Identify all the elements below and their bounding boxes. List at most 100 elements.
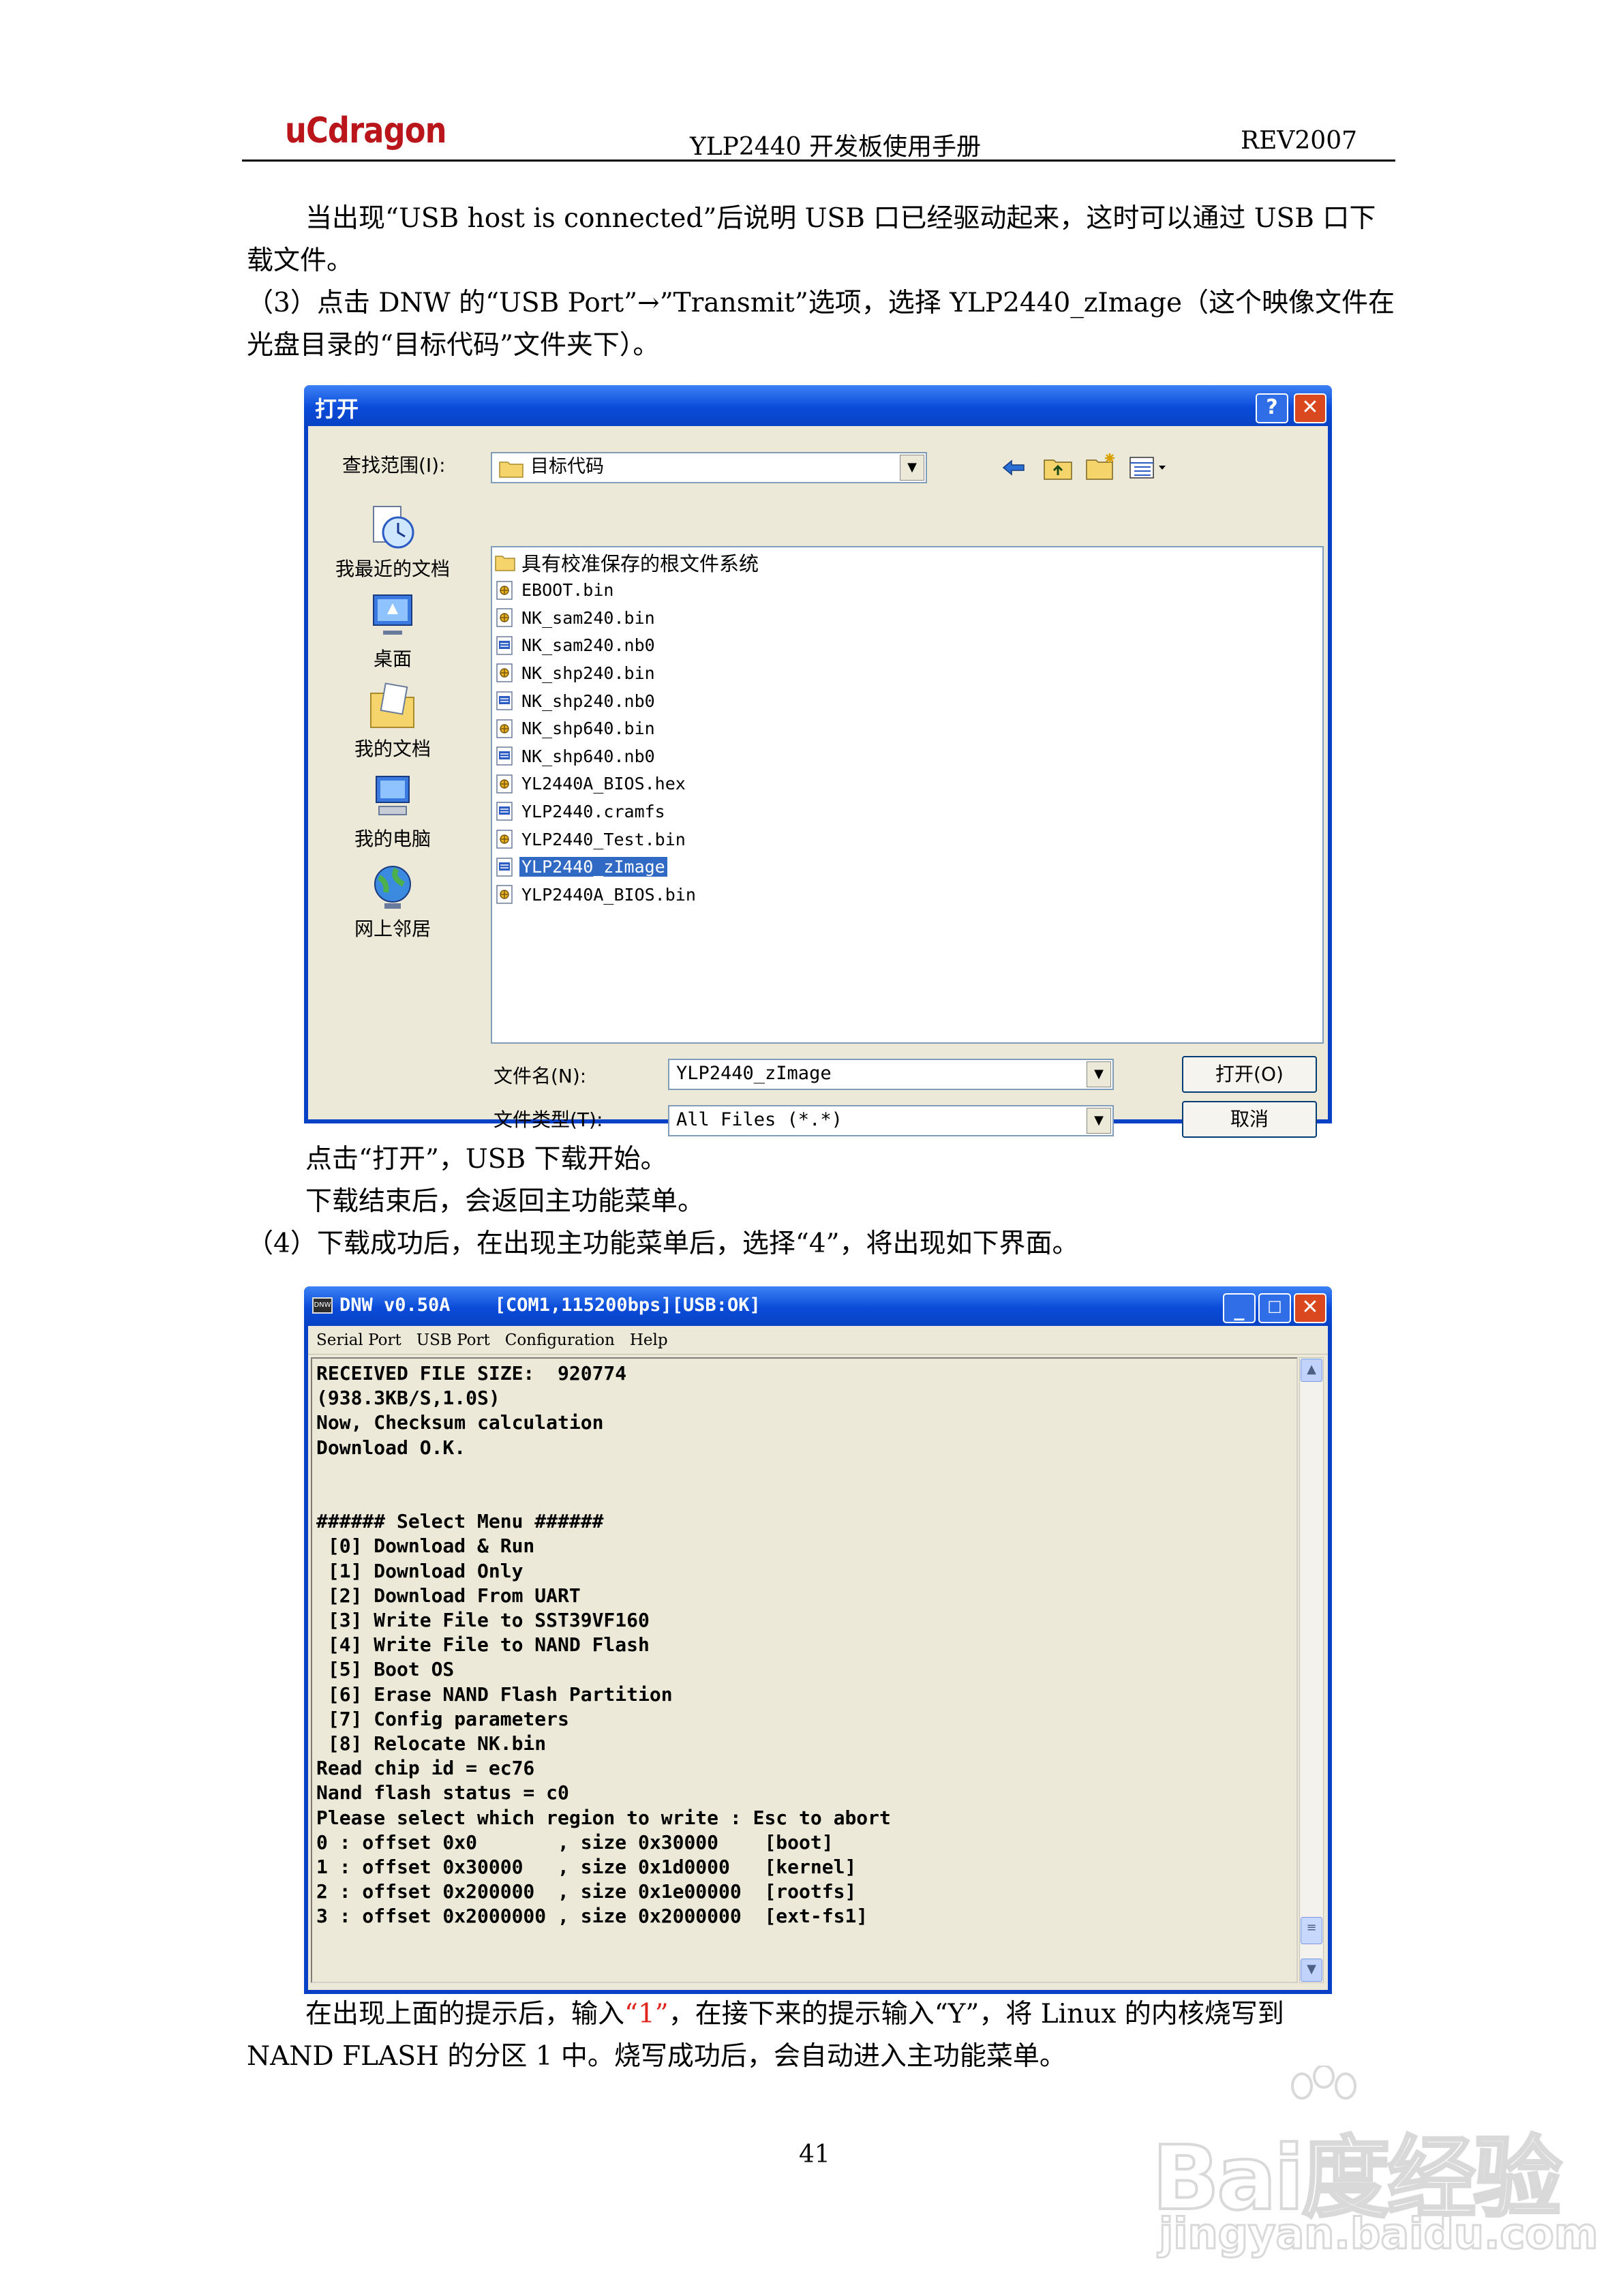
nb0-file-icon (496, 802, 513, 821)
view-menu-icon[interactable] (1129, 455, 1170, 481)
file-list[interactable]: 具有校准保存的根文件系统 EBOOT.bin NK_sam240.bin NK_sam… (491, 546, 1324, 1044)
highlight-text: “1” (624, 1999, 669, 2029)
filetype-label: 文件类型(T): (494, 1108, 603, 1131)
dialog-title: 打开 (315, 396, 359, 422)
paragraph-line: 下载结束后，会返回主功能菜单。 (305, 1186, 705, 1217)
file-list-item[interactable]: YLP2440.cramfs (495, 798, 667, 825)
minimize-button[interactable]: _ (1223, 1293, 1256, 1323)
terminal-line: Nand flash status = c0 (316, 1781, 569, 1804)
file-name: NK_shp240.bin (521, 663, 655, 683)
scroll-thumb[interactable]: ≡ (1301, 1917, 1322, 1944)
paragraph-line: 在出现上面的提示后，输入“1”，在接下来的提示输入“Y”，将 Linux 的内核… (305, 1993, 1284, 2036)
nb0-file-icon (496, 746, 513, 766)
file-name: YL2440A_BIOS.hex (521, 774, 686, 794)
terminal-line: RECEIVED FILE SIZE: 920774 (316, 1362, 627, 1385)
menu-usb-port[interactable]: USB Port (416, 1331, 490, 1349)
chevron-down-icon[interactable]: ▼ (1087, 1108, 1111, 1134)
terminal-line: ###### Select Menu ###### (316, 1510, 604, 1533)
header-title: YLP2440 开发板使用手册 (690, 133, 981, 161)
menu-configuration[interactable]: Configuration (505, 1331, 615, 1349)
terminal-output[interactable]: RECEIVED FILE SIZE: 920774 (938.3KB/S,1.0… (311, 1357, 1298, 1983)
filename-label: 文件名(N): (494, 1065, 587, 1087)
file-list-item[interactable]: YL2440A_BIOS.hex (495, 770, 688, 798)
paragraph-line: 光盘目录的“目标代码”文件夹下）。 (247, 330, 660, 361)
maximize-button[interactable]: ☐ (1258, 1293, 1291, 1323)
help-button[interactable]: ? (1256, 393, 1288, 423)
vertical-scrollbar[interactable]: ▲ ≡ ▼ (1299, 1357, 1324, 1983)
terminal-line: 3 : offset 0x2000000 , size 0x2000000 [e… (316, 1905, 868, 1928)
paragraph-line: 点击“打开”，USB 下载开始。 (305, 1144, 667, 1175)
file-list-item[interactable]: YLP2440_Test.bin (495, 826, 688, 853)
baidu-watermark: Bai度经验 jingyan.baidu.com (1151, 2066, 1599, 2270)
terminal-line: [1] Download Only (316, 1559, 524, 1582)
menu-serial-port[interactable]: Serial Port (316, 1331, 401, 1349)
filetype-select[interactable]: All Files (*.*) ▼ (668, 1105, 1114, 1136)
open-file-dialog: 打开 ? ✕ 查找范围(I): 目标代码 ▼ 我最近的文档 桌面 我的文档 我的… (304, 385, 1332, 1138)
chevron-down-icon[interactable]: ▼ (1087, 1061, 1111, 1087)
terminal-line: [5] Boot OS (316, 1658, 455, 1681)
file-list-item[interactable]: YLP2440A_BIOS.bin (495, 881, 698, 908)
terminal-line: Read chip id = ec76 (316, 1757, 535, 1780)
file-list-item[interactable]: NK_shp240.nb0 (495, 687, 657, 714)
look-in-label: 查找范围(I): (342, 454, 446, 477)
dnw-window: DNW DNW v0.50A [COM1,115200bps][USB:OK] … (304, 1286, 1332, 1994)
places-my-documents[interactable]: 我的文档 (311, 681, 474, 761)
dialog-titlebar[interactable]: 打开 ? ✕ (304, 385, 1332, 426)
dnw-titlebar[interactable]: DNW DNW v0.50A [COM1,115200bps][USB:OK] … (304, 1286, 1332, 1326)
header-revision: REV2007 (1241, 127, 1357, 155)
cancel-button[interactable]: 取消 (1182, 1101, 1317, 1138)
file-list-item[interactable]: EBOOT.bin (495, 577, 616, 604)
paragraph-line: （3）点击 DNW 的“USB Port”→”Transmit”选项，选择 YL… (247, 288, 1395, 318)
file-name: 具有校准保存的根文件系统 (521, 552, 759, 575)
terminal-line: (938.3KB/S,1.0S) (316, 1387, 500, 1410)
paragraph-line: 当出现“USB host is connected”后说明 USB 口已经驱动起… (305, 203, 1376, 234)
network-places-icon (374, 866, 411, 909)
places-my-computer[interactable]: 我的电脑 (311, 771, 474, 851)
file-list-item[interactable]: YLP2440_zImage (495, 854, 668, 881)
scroll-up-icon[interactable]: ▲ (1301, 1359, 1322, 1382)
scroll-down-icon[interactable]: ▼ (1301, 1959, 1322, 1982)
dialog-body: 查找范围(I): 目标代码 ▼ 我最近的文档 桌面 我的文档 我的电脑 网上邻居… (308, 426, 1328, 1138)
up-folder-icon[interactable] (1043, 455, 1073, 481)
chevron-down-icon[interactable]: ▼ (900, 455, 924, 481)
back-arrow-icon[interactable] (1001, 456, 1027, 479)
places-label: 我的电脑 (354, 828, 431, 850)
file-name: NK_sam240.bin (521, 607, 655, 628)
file-name: YLP2440A_BIOS.bin (521, 884, 696, 905)
menu-bar: Serial Port USB Port Configuration Help (308, 1326, 1328, 1355)
menu-help[interactable]: Help (630, 1331, 668, 1349)
places-recent-documents[interactable]: 我最近的文档 (311, 501, 474, 581)
bin-file-icon (496, 580, 513, 600)
places-desktop[interactable]: 桌面 (311, 591, 474, 671)
filename-input[interactable]: YLP2440_zImage ▼ (668, 1059, 1114, 1090)
terminal-line: 2 : offset 0x200000 , size 0x1e00000 [ro… (316, 1880, 857, 1903)
terminal-line: [0] Download & Run (316, 1535, 535, 1558)
desktop-icon (373, 594, 412, 635)
paragraph-text: ，在接下来的提示输入“Y”，将 Linux 的内核烧写到 (668, 1999, 1284, 2029)
nb0-file-icon (496, 636, 513, 655)
file-list-item[interactable]: NK_shp640.bin (495, 715, 657, 742)
brand-logo: uCdragon (285, 110, 446, 151)
terminal-line: [4] Write File to NAND Flash (316, 1633, 650, 1657)
close-button[interactable]: ✕ (1294, 393, 1326, 423)
file-list-item[interactable]: NK_sam240.nb0 (495, 632, 657, 659)
file-name: YLP2440_zImage (519, 856, 668, 878)
dnw-close-button[interactable]: ✕ (1294, 1293, 1326, 1323)
new-folder-icon[interactable] (1085, 452, 1117, 481)
paragraph-line: （4）下载成功后，在出现主功能菜单后，选择“4”，将出现如下界面。 (247, 1228, 1079, 1259)
terminal-line: Now, Checksum calculation (316, 1411, 604, 1434)
file-list-item[interactable]: NK_shp240.bin (495, 659, 657, 686)
look-in-select[interactable]: 目标代码 ▼ (491, 452, 927, 483)
file-name: NK_shp640.nb0 (521, 746, 655, 766)
file-name: EBOOT.bin (521, 580, 614, 601)
filetype-value: All Files (*.*) (676, 1109, 843, 1130)
open-button[interactable]: 打开(O) (1182, 1056, 1317, 1093)
folder-icon (499, 462, 524, 478)
file-name: NK_shp640.bin (521, 719, 655, 739)
file-list-item[interactable]: NK_sam240.bin (495, 604, 657, 631)
terminal-line: [6] Erase NAND Flash Partition (316, 1682, 673, 1706)
places-network[interactable]: 网上邻居 (311, 861, 474, 941)
file-list-item[interactable]: 具有校准保存的根文件系统 (495, 549, 761, 576)
file-list-item[interactable]: NK_shp640.nb0 (495, 742, 657, 770)
file-name: YLP2440.cramfs (521, 801, 665, 821)
